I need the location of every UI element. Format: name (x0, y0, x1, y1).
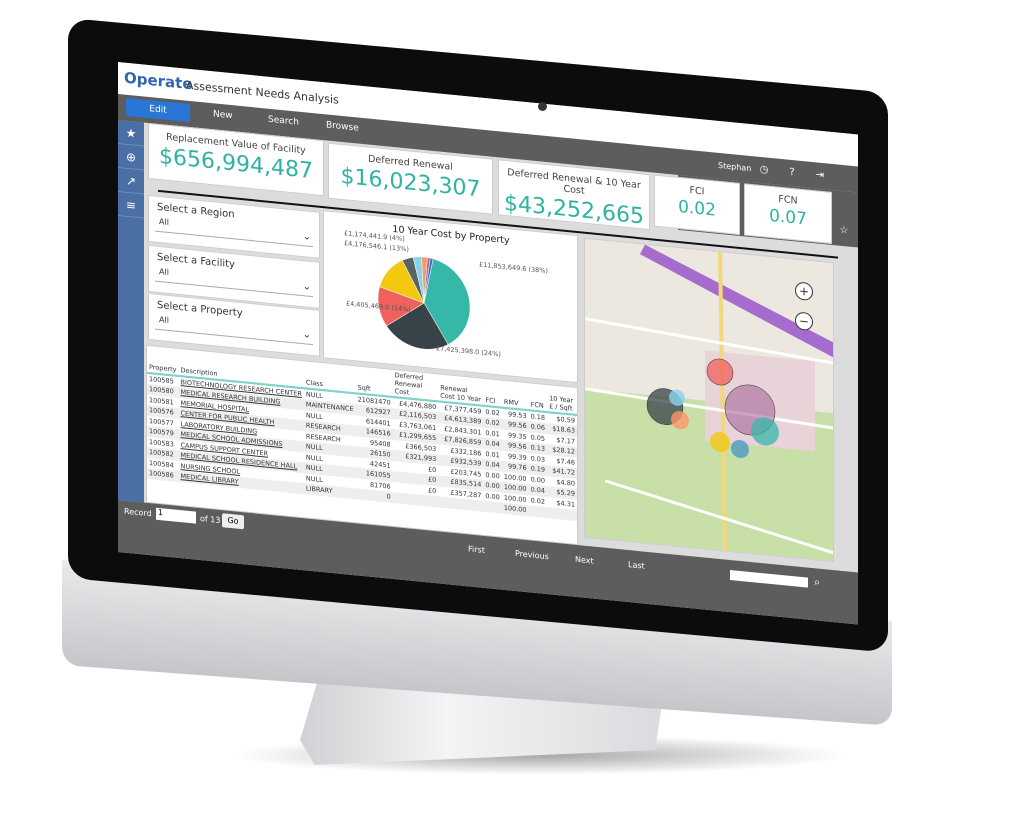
table-cell: 100586 (147, 467, 179, 482)
chart-title: 10 Year Cost by Property (392, 224, 510, 246)
search-icon[interactable]: ⌕ (814, 575, 820, 590)
chart-icon[interactable]: ↗ (118, 168, 144, 195)
table-cell (483, 500, 502, 514)
column-header[interactable]: FCN (528, 383, 548, 413)
chevron-down-icon: ⌄ (302, 281, 311, 293)
slice-label: £11,853,649.6 (38%) (479, 260, 548, 275)
logout-icon[interactable]: ⇥ (814, 169, 826, 182)
table-cell (547, 507, 577, 521)
camera (538, 102, 547, 111)
highway (640, 244, 834, 359)
first-button[interactable]: First (468, 544, 485, 555)
sidebar: ★ ⊕ ↗ ≡ (118, 120, 144, 503)
table-cell (528, 505, 548, 518)
star-icon[interactable]: ★ (118, 120, 144, 147)
screen: Operate Assessment Needs Analysis Edit N… (118, 62, 858, 625)
record-count: of 13 (200, 514, 221, 526)
search-input[interactable] (730, 570, 808, 588)
previous-button[interactable]: Previous (515, 549, 549, 561)
record-label: Record (124, 506, 152, 519)
column-header[interactable]: RMV (501, 380, 529, 411)
new-button[interactable]: New (213, 109, 233, 121)
zoom-icon[interactable]: ⊕ (118, 144, 144, 171)
map[interactable]: + − (584, 237, 834, 563)
select-value: All (159, 315, 169, 325)
column-header[interactable]: 10 Year £ / Sqft (547, 385, 577, 416)
pie-chart: 10 Year Cost by Property £11,853,649.6 (… (344, 224, 548, 359)
column-header[interactable]: FCI (483, 378, 502, 408)
clock-icon[interactable]: ◷ (758, 164, 770, 177)
list-icon[interactable]: ≡ (118, 192, 144, 219)
slice-label: £7,425,398.0 (24%) (436, 344, 501, 358)
table-cell: 0 (355, 488, 393, 503)
kpi-fci: FCI 0.02 (654, 174, 740, 235)
select-value: All (159, 217, 169, 227)
kpi-fcn: FCN 0.07 (744, 183, 832, 245)
table-cell: 100.00 (501, 502, 529, 516)
next-button[interactable]: Next (575, 555, 594, 566)
last-button[interactable]: Last (628, 560, 645, 571)
star-icon[interactable]: ☆ (838, 225, 850, 238)
chevron-down-icon: ⌄ (302, 329, 311, 341)
help-icon[interactable]: ? (786, 166, 798, 179)
column-header[interactable]: Sqft (355, 366, 393, 397)
record-input[interactable]: 1 (156, 507, 196, 524)
chevron-down-icon: ⌄ (302, 231, 311, 243)
select-value: All (159, 267, 169, 277)
go-button[interactable]: Go (222, 513, 244, 530)
column-header[interactable]: Property (147, 345, 179, 376)
pie-chart-panel: 10 Year Cost by Property £11,853,649.6 (… (323, 210, 578, 384)
